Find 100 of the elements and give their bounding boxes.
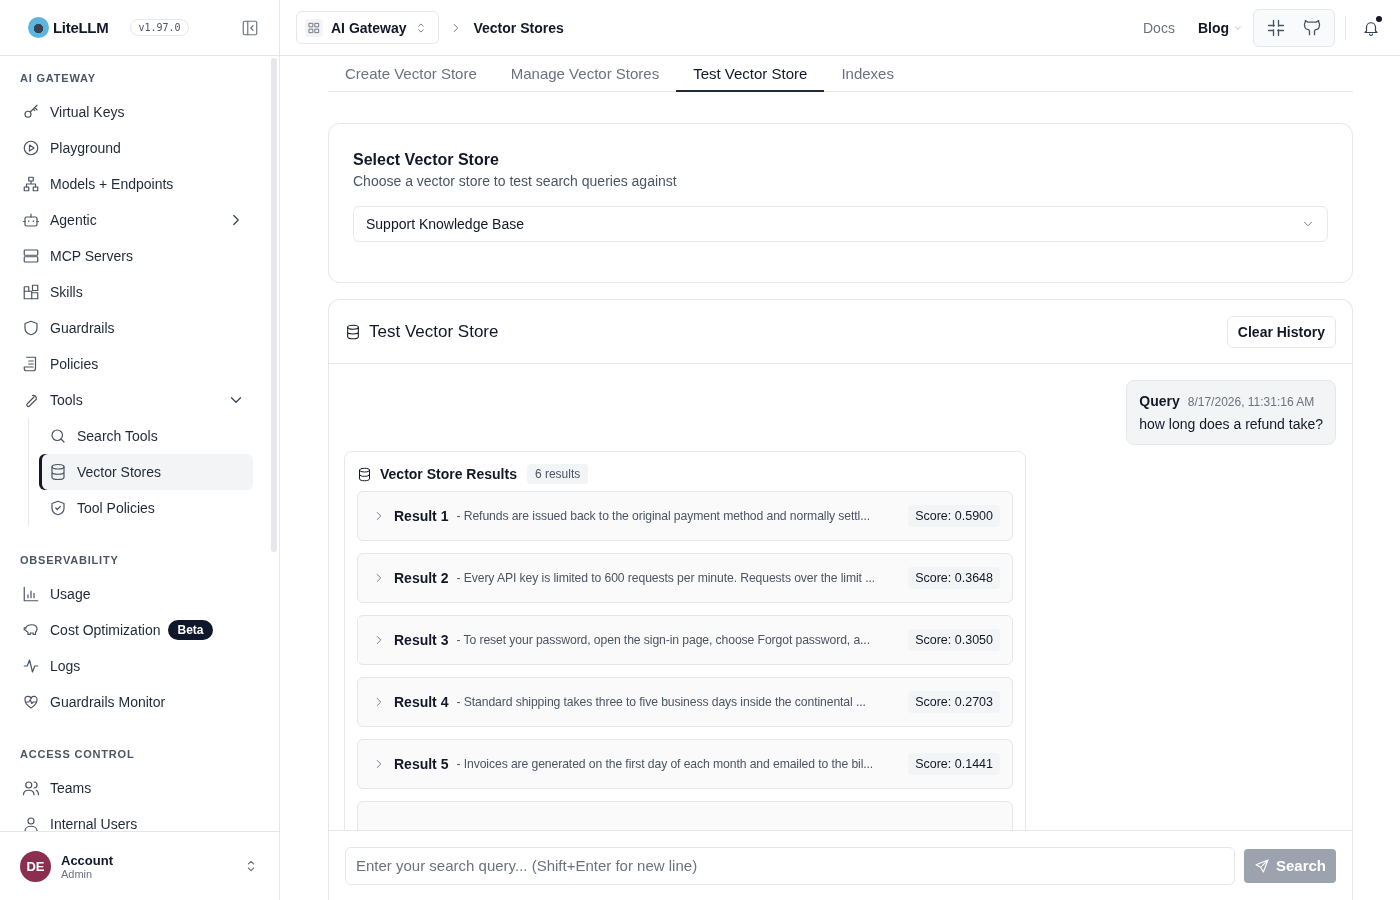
robot-icon — [22, 211, 40, 229]
nav-label: Skills — [50, 284, 83, 300]
nav-item[interactable]: Agentic — [12, 202, 253, 238]
nav-item[interactable]: Guardrails Monitor — [12, 684, 253, 720]
search-query-field[interactable]: Enter your search query... (Shift+Enter for new line) — [345, 846, 1235, 885]
timestamp: 8/17/2026, 11:31:16 AM — [1187, 395, 1315, 409]
result-label: Result 4 — [394, 694, 449, 710]
nav-label: Guardrails — [50, 320, 115, 336]
sidebar-icon — [241, 18, 259, 37]
database-icon — [49, 463, 67, 481]
database-icon — [345, 323, 361, 340]
nav-label: Policies — [50, 356, 99, 372]
nav-item[interactable]: Search Tools — [39, 418, 253, 454]
nav-label: Tools — [50, 392, 83, 408]
nav-label: Guardrails Monitor — [50, 694, 166, 710]
nav-label: Search Tools — [77, 428, 158, 444]
card-title: Select Vector Store — [353, 151, 500, 169]
send-icon — [1253, 857, 1270, 874]
result-snippet: - Standard shipping takes three to five business days inside the continental ... — [456, 695, 867, 709]
nav-item[interactable]: Skills — [12, 274, 253, 310]
nav-label: Teams — [50, 780, 92, 796]
tab[interactable]: Manage Vector Stores — [493, 56, 677, 92]
breadcrumb: Vector Stores — [473, 19, 564, 36]
score-badge: Score: 0.2703 — [908, 691, 1000, 713]
nav-link[interactable]: Docs — [1143, 19, 1175, 36]
tab[interactable]: Indexes — [824, 56, 911, 92]
scrollbar-thumb[interactable] — [271, 58, 277, 552]
nav-label: Usage — [50, 586, 91, 602]
nav-item[interactable]: Tools — [12, 382, 253, 418]
nav-label: Virtual Keys — [50, 104, 125, 120]
blocks-icon — [22, 283, 40, 301]
nav-label: Logs — [50, 658, 81, 674]
result-row[interactable]: Result 4 - Standard shipping takes three to five business days inside the continental ... Score: 0.2703 — [357, 677, 1013, 727]
nav-label: MCP Servers — [50, 248, 133, 264]
nav-item[interactable]: MCP Servers — [12, 238, 253, 274]
account-menu[interactable]: DE Account Admin — [0, 831, 279, 900]
section-title: ACCESS CONTROL — [19, 747, 136, 762]
nav-item[interactable]: Vector Stores — [39, 454, 253, 490]
nav-item[interactable]: Guardrails — [12, 310, 253, 346]
results-title: Vector Store Results — [380, 466, 517, 482]
result-snippet: - To reset your password, open the sign-in page, choose Forgot password, a... — [456, 633, 871, 647]
result-label: Result 3 — [394, 632, 449, 648]
play-icon — [22, 139, 40, 157]
nav-label: Models + Endpoints — [50, 176, 174, 192]
tab[interactable]: Create Vector Store — [328, 56, 494, 92]
database-icon — [357, 466, 372, 482]
nav-label: Cost Optimization — [50, 622, 161, 638]
workspace-switcher[interactable]: AI Gateway — [296, 11, 440, 44]
nav-item[interactable]: Virtual Keys — [12, 94, 253, 130]
search-icon — [49, 427, 67, 445]
score-badge: Score: 0.5900 — [908, 505, 1000, 527]
nav-item[interactable]: Internal Users — [12, 806, 253, 831]
result-snippet: - Refunds are issued back to the original payment method and normally settl... — [456, 509, 872, 523]
section-title: AI GATEWAY — [19, 71, 97, 86]
nav-link[interactable]: Blog — [1197, 19, 1243, 36]
clear-history-button[interactable]: Clear History — [1226, 315, 1336, 348]
nav-item[interactable]: Teams — [12, 770, 253, 806]
notifications-button[interactable] — [1362, 18, 1380, 37]
collapse-sidebar-button[interactable] — [241, 18, 259, 37]
hash-icon — [1266, 17, 1286, 38]
nav-item[interactable]: Logs — [12, 648, 253, 684]
card-title: Test Vector Store — [369, 321, 499, 342]
result-row[interactable]: Result 3 - To reset your password, open the sign-in page, choose Forgot password, a... Score: 0.3050 — [357, 615, 1013, 665]
heart-pulse-icon — [22, 693, 40, 711]
user-icon — [22, 815, 40, 831]
nav-label: Vector Stores — [77, 464, 162, 480]
nav-item[interactable]: Playground — [12, 130, 253, 166]
result-label: Result 2 — [394, 570, 449, 586]
result-label: Result 5 — [394, 756, 449, 772]
server-icon — [22, 247, 40, 265]
nav-item[interactable]: Policies — [12, 346, 253, 382]
key-icon — [22, 103, 40, 121]
nav-label: Agentic — [50, 212, 97, 228]
card-subtitle: Choose a vector store to test search queries against — [353, 173, 678, 189]
cat-icon — [1302, 17, 1322, 38]
users-icon — [22, 779, 40, 797]
grid-icon — [305, 18, 323, 37]
result-snippet: - Invoices are generated on the first day of each month and emailed to the bil... — [456, 757, 875, 771]
vector-store-select[interactable]: Support Knowledge Base — [353, 206, 1328, 242]
nav-label: Playground — [50, 140, 121, 156]
result-row[interactable]: Result 2 - Every API key is limited to 600 requests per minute. Requests over the limit ... Score: 0.3648 — [357, 553, 1013, 603]
tab[interactable]: Test Vector Store — [676, 56, 825, 92]
results-count: 6 results — [526, 464, 589, 484]
query-label: Query — [1139, 393, 1180, 409]
logo-icon — [28, 17, 49, 38]
nav-label: Internal Users — [50, 816, 138, 831]
result-row[interactable]: Result 5 - Invoices are generated on the first day of each month and emailed to the bil... Score: 0.1441 — [357, 739, 1013, 789]
section-title: OBSERVABILITY — [19, 553, 120, 568]
score-badge: Score: 0.3648 — [908, 567, 1000, 589]
nav-item[interactable]: Models + Endpoints — [12, 166, 253, 202]
account-name: Account — [61, 852, 113, 868]
nodes-icon — [22, 175, 40, 193]
beta-badge: Beta — [168, 620, 213, 640]
result-snippet: - Every API key is limited to 600 requests per minute. Requests over the limit ... — [456, 571, 876, 585]
nav-item[interactable]: Usage — [12, 576, 253, 612]
query-text: how long does a refund take? — [1139, 416, 1323, 432]
result-row[interactable]: Result 1 - Refunds are issued back to the original payment method and normally settl... Score: 0.5900 — [357, 491, 1013, 541]
nav-label: Tool Policies — [77, 500, 155, 516]
nav-item[interactable]: Tool Policies — [39, 490, 253, 526]
nav-item[interactable]: Cost Optimization Beta — [12, 612, 253, 648]
